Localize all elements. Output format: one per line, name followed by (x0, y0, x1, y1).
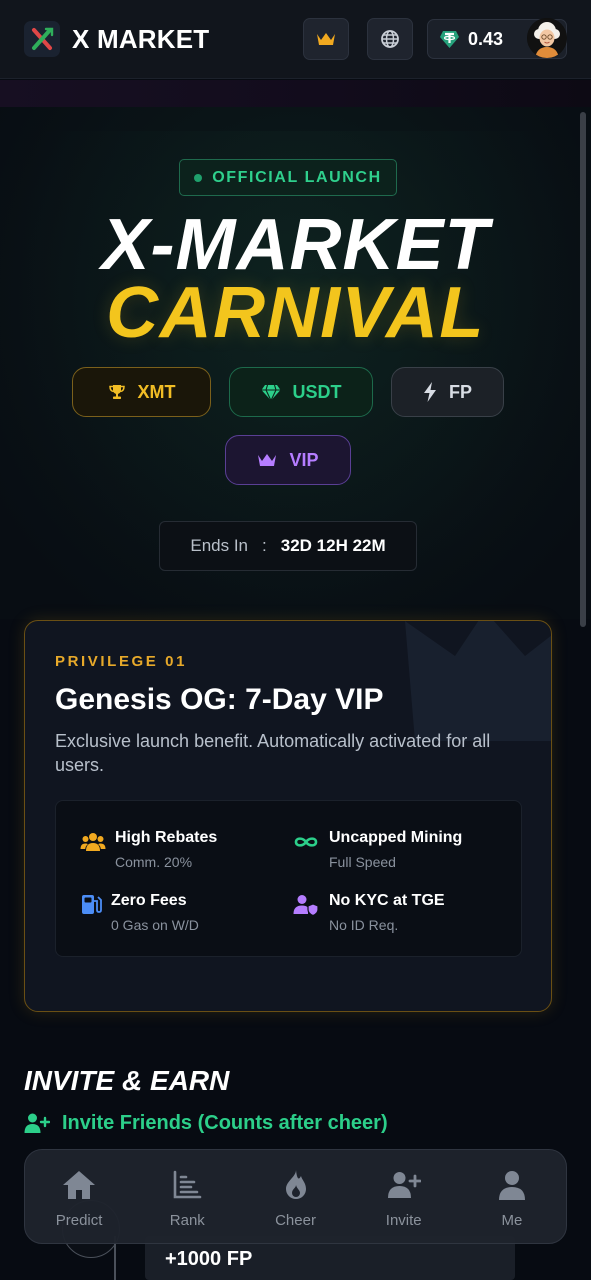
feature-subtitle: Full Speed (329, 854, 396, 870)
chart-icon (173, 1170, 202, 1199)
reward-value: +1000 FP (165, 1248, 253, 1270)
launch-badge-label: OFFICIAL LAUNCH (212, 168, 382, 186)
feature-subtitle: No ID Req. (329, 917, 399, 933)
feature-title: No KYC at TGE (329, 892, 445, 909)
privilege-card: PRIVILEGE 01 Genesis OG: 7-Day VIP Exclu… (24, 620, 552, 1012)
privilege-title: Genesis OG: 7-Day VIP (55, 683, 384, 716)
globe-icon (381, 30, 399, 48)
nav-label: Me (501, 1212, 523, 1229)
infinity-icon (294, 837, 318, 847)
usdt-icon (440, 31, 459, 48)
status-dot-icon (194, 173, 203, 182)
vip-crown-button[interactable] (303, 18, 349, 60)
privilege-description: Exclusive launch benefit. Automatically … (55, 731, 491, 775)
chip-label-xmt: XMT (137, 381, 176, 402)
feature-no-kyc: No KYC at TGE No ID Req. (293, 891, 503, 935)
top-bar: X MARKET 0.43 (0, 0, 591, 79)
avatar[interactable] (527, 18, 567, 58)
nav-item-predict[interactable]: Predict (25, 1150, 133, 1243)
countdown-timer: Ends In : 32D 12H 22M (159, 521, 417, 571)
invite-heading: INVITE & EARN (24, 1065, 230, 1096)
feature-title: High Rebates (115, 829, 218, 846)
chip-label-fp: FP (448, 381, 472, 402)
hero-banner: OFFICIAL LAUNCH X-MARKET CARNIVAL XMT US… (0, 107, 591, 619)
user-plus-icon (24, 1113, 50, 1133)
feature-title: Zero Fees (111, 892, 187, 909)
feature-title: Uncapped Mining (329, 829, 463, 846)
gas-pump-icon (82, 895, 102, 914)
bolt-icon (423, 382, 436, 402)
brand-name: X MARKET (72, 24, 210, 54)
chip-label-usdt: USDT (292, 381, 342, 402)
official-launch-badge: OFFICIAL LAUNCH (179, 159, 397, 196)
nav-label: Invite (385, 1212, 422, 1229)
feature-uncapped-mining: Uncapped Mining Full Speed (293, 828, 503, 872)
bottom-navigation: Predict Rank Cheer Invite Me (24, 1149, 567, 1244)
reward-chip-usdt[interactable]: USDT (229, 367, 373, 417)
privilege-tag: PRIVILEGE 01 (55, 653, 188, 670)
crown-icon (258, 454, 277, 466)
feature-grid: High Rebates Comm. 20% Uncapped Mining F… (55, 800, 522, 957)
trophy-icon (108, 385, 125, 399)
user-plus-icon (387, 1172, 421, 1198)
nav-item-cheer[interactable]: Cheer (241, 1150, 349, 1243)
users-icon (80, 833, 106, 851)
chip-label-vip: VIP (289, 449, 319, 470)
countdown-label: Ends In (190, 536, 249, 555)
user-shield-icon (293, 895, 319, 917)
nav-label: Rank (169, 1212, 205, 1229)
x-market-logo-icon[interactable] (24, 21, 60, 57)
balance-value: 0.43 (468, 29, 504, 49)
feature-high-rebates: High Rebates Comm. 20% (80, 828, 290, 872)
reward-chip-xmt[interactable]: XMT (72, 367, 211, 417)
feature-subtitle: Comm. 20% (115, 854, 193, 870)
countdown-value: 32D 12H 22M (280, 536, 386, 555)
nav-label: Cheer (275, 1212, 316, 1229)
reward-chip-vip[interactable]: VIP (225, 435, 351, 485)
flame-icon (285, 1170, 306, 1199)
invite-subheading-text: Invite Friends (Counts after cheer) (62, 1111, 388, 1134)
feature-zero-fees: Zero Fees 0 Gas on W/D (80, 891, 290, 935)
header-divider-strip (0, 80, 591, 107)
hero-title-line2: CARNIVAL (106, 273, 485, 353)
nav-item-invite[interactable]: Invite (350, 1150, 458, 1243)
language-button[interactable] (367, 18, 413, 60)
diamond-icon (261, 384, 280, 401)
crown-icon (317, 33, 335, 45)
feature-subtitle: 0 Gas on W/D (111, 917, 199, 933)
home-icon (63, 1171, 96, 1199)
nav-item-rank[interactable]: Rank (133, 1150, 241, 1243)
invite-subheading: Invite Friends (Counts after cheer) (24, 1109, 388, 1137)
user-icon (498, 1171, 525, 1200)
nav-label: Predict (55, 1212, 103, 1229)
page-scrollbar[interactable] (580, 112, 586, 627)
reward-chip-fp[interactable]: FP (391, 367, 504, 417)
countdown-separator: : (262, 536, 267, 555)
nav-item-me[interactable]: Me (458, 1150, 566, 1243)
hero-title-line1: X-MARKET (101, 205, 490, 285)
